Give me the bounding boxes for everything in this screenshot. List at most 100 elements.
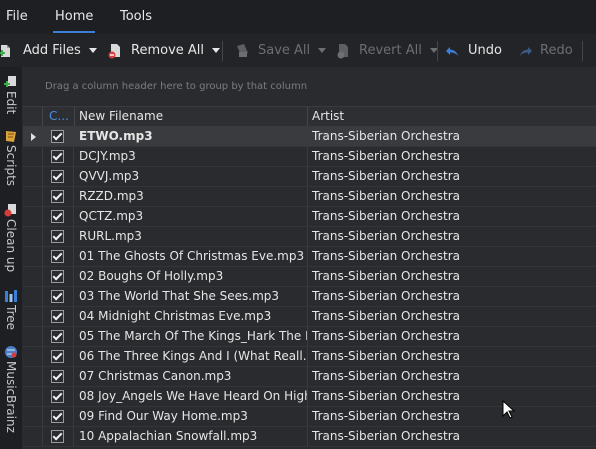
row-indicator[interactable]: [23, 287, 43, 306]
cell-new-filename[interactable]: RZZD.mp3: [75, 187, 308, 206]
table-row[interactable]: 02 Boughs Of Holly.mp3 Trans-Siberian Orc…: [23, 267, 596, 287]
row-checkbox[interactable]: [51, 290, 64, 303]
table-row[interactable]: 04 Midnight Christmas Eve.mp3 Trans-Siber…: [23, 307, 596, 327]
cell-new-filename[interactable]: 06 The Three Kings And I (What Reall.mp3: [75, 347, 308, 366]
row-indicator[interactable]: [23, 347, 43, 366]
cell-artist[interactable]: Trans-Siberian Orchestra: [308, 347, 596, 366]
cell-new-filename[interactable]: 03 The World That She Sees.mp3: [75, 287, 308, 306]
column-header-new-filename[interactable]: New Filename: [75, 107, 308, 126]
menu-home[interactable]: Home: [52, 9, 96, 33]
cell-new-filename[interactable]: QCTZ.mp3: [75, 207, 308, 226]
row-indicator[interactable]: [23, 147, 43, 166]
row-indicator[interactable]: [23, 127, 43, 146]
cell-new-filename[interactable]: DCJY.mp3: [75, 147, 308, 166]
row-checkbox[interactable]: [51, 150, 64, 163]
save-all-dropdown-icon[interactable]: [318, 48, 327, 53]
sidebar-tab-tree[interactable]: Tree: [0, 289, 22, 330]
cell-artist[interactable]: Trans-Siberian Orchestra: [308, 187, 596, 206]
row-checkbox[interactable]: [51, 270, 64, 283]
row-indicator[interactable]: [23, 267, 43, 286]
cell-artist[interactable]: Trans-Siberian Orchestra: [308, 267, 596, 286]
cell-new-filename[interactable]: 01 The Ghosts Of Christmas Eve.mp3: [75, 247, 308, 266]
table-row[interactable]: DCJY.mp3 Trans-Siberian Orchestra: [23, 147, 596, 167]
cell-new-filename[interactable]: 09 Find Our Way Home.mp3: [75, 407, 308, 426]
row-indicator[interactable]: [23, 207, 43, 226]
column-header-artist[interactable]: Artist: [308, 107, 596, 126]
cell-new-filename[interactable]: 04 Midnight Christmas Eve.mp3: [75, 307, 308, 326]
row-indicator[interactable]: [23, 427, 43, 446]
row-indicator[interactable]: [23, 187, 43, 206]
cell-artist[interactable]: Trans-Siberian Orchestra: [308, 247, 596, 266]
sidebar-tab-scripts[interactable]: Scripts: [0, 129, 22, 186]
table-row[interactable]: 05 The March Of The Kings_Hark The H.m..…: [23, 327, 596, 347]
cell-artist[interactable]: Trans-Siberian Orchestra: [308, 367, 596, 386]
cell-artist[interactable]: Trans-Siberian Orchestra: [308, 407, 596, 426]
table-row[interactable]: ETWO.mp3 Trans-Siberian Orchestra: [23, 127, 596, 147]
row-indicator[interactable]: [23, 307, 43, 326]
row-checkbox[interactable]: [51, 310, 64, 323]
cell-new-filename[interactable]: QVVJ.mp3: [75, 167, 308, 186]
row-checkbox[interactable]: [51, 410, 64, 423]
table-row[interactable]: RURL.mp3 Trans-Siberian Orchestra: [23, 227, 596, 247]
table-row[interactable]: 03 The World That She Sees.mp3 Trans-Sibe…: [23, 287, 596, 307]
table-row[interactable]: 06 The Three Kings And I (What Reall.mp3…: [23, 347, 596, 367]
menu-file[interactable]: File: [6, 9, 28, 24]
table-row[interactable]: 10 Appalachian Snowfall.mp3 Trans-Siberia…: [23, 427, 596, 447]
cell-artist[interactable]: Trans-Siberian Orchestra: [308, 287, 596, 306]
cell-new-filename[interactable]: RURL.mp3: [75, 227, 308, 246]
cell-new-filename[interactable]: 05 The March Of The Kings_Hark The H.m..…: [75, 327, 308, 346]
table-row[interactable]: QCTZ.mp3 Trans-Siberian Orchestra: [23, 207, 596, 227]
sidebar-tab-edit[interactable]: Edit: [0, 75, 22, 114]
cell-artist[interactable]: Trans-Siberian Orchestra: [308, 227, 596, 246]
cell-new-filename[interactable]: ETWO.mp3: [75, 127, 308, 146]
row-indicator[interactable]: [23, 407, 43, 426]
row-checkbox[interactable]: [51, 430, 64, 443]
row-checkbox[interactable]: [51, 390, 64, 403]
sidebar-tab-musicbrainz[interactable]: MusicBrainz: [0, 345, 22, 433]
column-header-check[interactable]: C...: [43, 107, 75, 126]
cell-artist[interactable]: Trans-Siberian Orchestra: [308, 127, 596, 146]
table-row[interactable]: RZZD.mp3 Trans-Siberian Orchestra: [23, 187, 596, 207]
cell-new-filename[interactable]: 10 Appalachian Snowfall.mp3: [75, 427, 308, 446]
row-checkbox[interactable]: [51, 350, 64, 363]
redo-button[interactable]: Redo: [517, 34, 573, 67]
row-checkbox[interactable]: [51, 330, 64, 343]
row-checkbox[interactable]: [51, 250, 64, 263]
row-indicator[interactable]: [23, 167, 43, 186]
row-checkbox[interactable]: [51, 190, 64, 203]
sidebar-tab-clean-up[interactable]: Clean up: [0, 203, 22, 272]
row-checkbox[interactable]: [51, 370, 64, 383]
undo-button[interactable]: Undo: [445, 34, 502, 67]
row-indicator[interactable]: [23, 387, 43, 406]
row-checkbox[interactable]: [51, 210, 64, 223]
cell-artist[interactable]: Trans-Siberian Orchestra: [308, 207, 596, 226]
cell-artist[interactable]: Trans-Siberian Orchestra: [308, 147, 596, 166]
row-indicator[interactable]: [23, 327, 43, 346]
save-all-button[interactable]: Save All: [235, 34, 327, 67]
add-files-label: Add Files: [23, 43, 81, 58]
revert-all-button[interactable]: Revert All: [336, 34, 438, 67]
add-files-dropdown-icon[interactable]: [88, 48, 97, 53]
row-indicator[interactable]: [23, 367, 43, 386]
group-by-panel[interactable]: Drag a column header here to group by th…: [23, 67, 596, 107]
remove-all-dropdown-icon[interactable]: [212, 48, 221, 53]
row-indicator[interactable]: [23, 247, 43, 266]
cell-new-filename[interactable]: 08 Joy_Angels We Have Heard On High.m...: [75, 387, 308, 406]
cell-artist[interactable]: Trans-Siberian Orchestra: [308, 387, 596, 406]
row-checkbox[interactable]: [51, 170, 64, 183]
row-checkbox[interactable]: [51, 130, 64, 143]
table-row[interactable]: 07 Christmas Canon.mp3 Trans-Siberian Orc…: [23, 367, 596, 387]
cell-new-filename[interactable]: 02 Boughs Of Holly.mp3: [75, 267, 308, 286]
remove-all-button[interactable]: Remove All: [108, 34, 221, 67]
menu-tools[interactable]: Tools: [120, 9, 152, 24]
add-files-button[interactable]: Add Files: [0, 34, 97, 67]
cell-artist[interactable]: Trans-Siberian Orchestra: [308, 427, 596, 446]
cell-artist[interactable]: Trans-Siberian Orchestra: [308, 167, 596, 186]
cell-artist[interactable]: Trans-Siberian Orchestra: [308, 307, 596, 326]
cell-new-filename[interactable]: 07 Christmas Canon.mp3: [75, 367, 308, 386]
row-checkbox[interactable]: [51, 230, 64, 243]
table-row[interactable]: 01 The Ghosts Of Christmas Eve.mp3 Trans-…: [23, 247, 596, 267]
cell-artist[interactable]: Trans-Siberian Orchestra: [308, 327, 596, 346]
row-indicator[interactable]: [23, 227, 43, 246]
table-row[interactable]: QVVJ.mp3 Trans-Siberian Orchestra: [23, 167, 596, 187]
